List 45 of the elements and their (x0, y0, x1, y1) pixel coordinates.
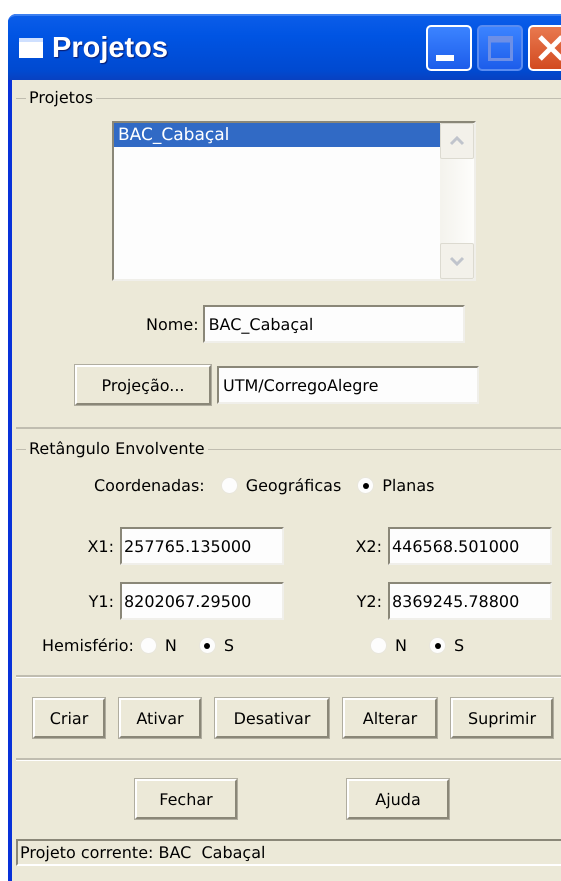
minimize-button[interactable] (426, 25, 472, 71)
dialog-button[interactable]: Ajuda (347, 779, 449, 819)
coordinate-label: X1: (86, 536, 114, 556)
window-title: Projetos (52, 32, 168, 64)
group-legend: Projetos (26, 88, 96, 107)
name-label: Nome: (146, 314, 199, 334)
action-button[interactable]: Suprimir (451, 698, 553, 738)
coordinate-field[interactable]: 8369245.78800 (388, 582, 552, 620)
close-icon (538, 35, 561, 61)
radio-option[interactable]: N (370, 636, 408, 655)
radio-option[interactable]: Geográficas (220, 476, 342, 495)
scroll-down-button[interactable] (440, 243, 474, 279)
scrollbar[interactable] (440, 123, 474, 279)
dialog-button[interactable]: Fechar (135, 779, 237, 819)
projection-button[interactable]: Projeção... (75, 365, 211, 405)
radio-option[interactable]: N (140, 636, 177, 655)
close-button[interactable] (528, 25, 561, 71)
scroll-up-button[interactable] (440, 123, 474, 159)
project-list[interactable]: BAC_Cabaçal (112, 121, 476, 281)
coordinate-label: Y1: (88, 592, 114, 610)
coordinate-label: X2: (354, 536, 382, 556)
action-button[interactable]: Criar (33, 698, 105, 738)
action-button[interactable]: Desativar (215, 698, 329, 738)
chevron-down-icon (449, 256, 465, 266)
hemisphere-label: Hemisfério: (42, 636, 134, 655)
chevron-up-icon (449, 136, 465, 146)
group-legend: Retângulo Envolvente (26, 439, 208, 458)
window-icon (18, 37, 44, 59)
action-button[interactable]: Alterar (343, 698, 437, 738)
coordinate-field[interactable]: 446568.501000 (388, 527, 552, 565)
minimize-icon (436, 55, 454, 61)
projection-field[interactable]: UTM/CorregoAlegre (217, 366, 479, 404)
maximize-button[interactable] (477, 25, 523, 71)
radio-option[interactable]: S (198, 636, 234, 655)
status-bar: Projeto corrente: BAC Cabaçal (16, 839, 561, 866)
coordinates-label: Coordenadas: (94, 476, 205, 495)
coordinate-field[interactable]: 257765.135000 (120, 527, 284, 565)
list-item[interactable]: BAC_Cabaçal (114, 123, 440, 147)
action-button[interactable]: Ativar (119, 698, 201, 738)
radio-option[interactable]: S (429, 636, 464, 655)
name-field[interactable]: BAC_Cabaçal (202, 305, 465, 343)
coordinate-label: Y2: (356, 592, 382, 610)
coordinate-field[interactable]: 8202067.29500 (120, 582, 284, 620)
maximize-icon (488, 36, 512, 60)
radio-option[interactable]: Planas (357, 476, 434, 495)
